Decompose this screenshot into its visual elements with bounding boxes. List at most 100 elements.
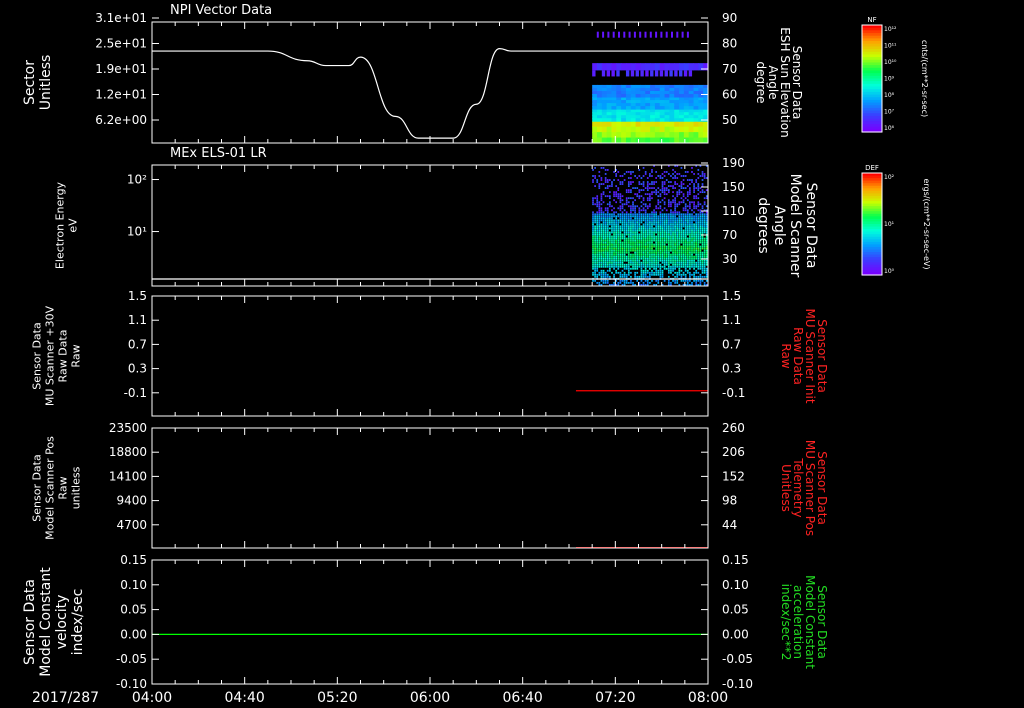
spectrogram-cell: [598, 217, 601, 220]
spectrogram-cell: [674, 63, 680, 71]
spectrogram-cell: [613, 193, 615, 196]
x-tick-label: 07:20: [595, 690, 635, 706]
spectrogram-cell: [680, 269, 683, 272]
spectrogram-cell: [655, 171, 658, 173]
spectrogram-cell: [699, 255, 702, 258]
spectrogram-cell: [621, 225, 624, 228]
spectrogram-cell: [625, 255, 628, 258]
spectrogram-cell: [661, 227, 664, 230]
panel-3: 1.51.10.70.3-0.11.51.10.70.3-0.1Sensor D…: [31, 289, 829, 417]
spectrogram-cell: [695, 269, 698, 272]
spectrogram-cell: [606, 90, 612, 95]
spectrogram-cell: [644, 253, 647, 256]
spectrogram-cell: [640, 247, 643, 250]
spectrogram-cell: [646, 205, 649, 208]
spectrogram-cell: [646, 245, 649, 248]
spectrogram-cell: [674, 112, 680, 116]
spectrogram-cell: [684, 265, 687, 268]
spectrogram-cell: [695, 207, 698, 210]
spectrogram-cell: [640, 241, 643, 244]
spectrogram-cell: [632, 205, 634, 208]
spectrogram-cell: [644, 229, 647, 232]
spectrogram-cell: [606, 223, 609, 226]
spectrogram-cell: [617, 259, 620, 262]
spectrogram-cell: [698, 100, 704, 104]
right-axis-label-line: Unitless: [779, 464, 793, 512]
spectrogram-cell: [686, 247, 689, 250]
spectrogram-cell: [653, 253, 655, 256]
spectrogram-cell: [665, 263, 668, 266]
spectrogram-cell: [669, 90, 675, 95]
spectrogram-cell: [596, 211, 599, 214]
spectrogram-cell: [667, 201, 670, 204]
spectrogram-cell: [676, 249, 679, 252]
spectrogram-cell: [602, 261, 605, 264]
spectrogram-cell: [634, 225, 636, 228]
spectrogram-cell: [680, 257, 683, 260]
spectrogram-cell: [676, 265, 679, 268]
spectrogram-cell: [642, 245, 645, 248]
spectrogram-cell: [689, 245, 691, 248]
spectrogram-cell: [617, 187, 620, 189]
spectrogram-cell: [693, 84, 699, 89]
spectrogram-cell: [644, 215, 647, 218]
spectrogram-cell: [703, 203, 706, 206]
spectrogram-cell: [669, 115, 675, 119]
spectrogram-cell: [654, 103, 661, 107]
spectrogram-cell: [682, 207, 685, 210]
spectrogram-cell: [703, 191, 706, 194]
spectrogram-cell: [640, 195, 643, 198]
spectrogram-cell: [701, 219, 704, 222]
y-tick-label: -0.10: [116, 677, 147, 691]
spectrogram-cell: [642, 263, 645, 266]
spectrogram-cell: [592, 263, 594, 266]
spectrogram-cell: [621, 183, 624, 185]
spectrogram-cell: [644, 193, 647, 196]
y-tick-label: 1.5: [722, 289, 741, 303]
spectrogram-cell: [600, 203, 603, 206]
spectrogram-cell: [615, 271, 618, 274]
spectrogram-cell: [596, 231, 599, 234]
spectrogram-cell: [691, 209, 693, 212]
spectrogram-cell: [663, 189, 666, 192]
spectrogram-cell: [705, 231, 708, 234]
spectrogram-cell: [602, 239, 605, 242]
spectrogram-cell: [625, 225, 628, 228]
spectrogram-cell: [686, 213, 689, 216]
spectrogram-cell: [703, 177, 706, 179]
spectrogram-cell: [657, 191, 660, 194]
spectrogram-cell: [613, 223, 615, 226]
spectrogram-cell: [613, 225, 615, 228]
spectrogram-cell: [634, 241, 636, 244]
spectrogram-cell: [697, 267, 700, 270]
spectrogram-cell: [654, 97, 661, 101]
spectrogram-cell: [625, 106, 632, 110]
spectrogram-cell: [676, 211, 679, 214]
spectrogram-cell: [642, 183, 645, 185]
spectrogram-cell: [621, 132, 627, 139]
spectrogram-cell: [655, 259, 658, 262]
spectrogram-cell: [670, 181, 672, 183]
spectrogram-cell: [699, 191, 702, 194]
spectrogram-cell: [604, 231, 607, 234]
spectrogram-cell: [594, 267, 596, 270]
spectrogram-cell: [684, 205, 687, 208]
spectrogram-cell: [611, 70, 615, 77]
y-tick-label: 150: [722, 180, 745, 194]
spectrogram-cell: [604, 221, 607, 224]
spectrogram-cell: [689, 205, 691, 208]
spectrogram-cell: [678, 271, 681, 274]
spectrogram-cell: [617, 243, 620, 246]
spectrogram-cell: [686, 223, 689, 226]
spectrogram-cell: [672, 173, 674, 175]
spectrogram-cell: [684, 227, 687, 230]
spectrogram-cell: [698, 87, 704, 92]
spectrogram-cell: [646, 183, 649, 185]
spectrogram-cell: [646, 241, 649, 244]
spectrogram-cell: [684, 197, 687, 200]
spectrogram-cell: [663, 213, 666, 216]
spectrogram-cell: [661, 231, 664, 234]
spectrogram-cell: [602, 263, 605, 266]
spectrogram-cell: [665, 209, 668, 212]
spectrogram-cell: [697, 215, 700, 218]
